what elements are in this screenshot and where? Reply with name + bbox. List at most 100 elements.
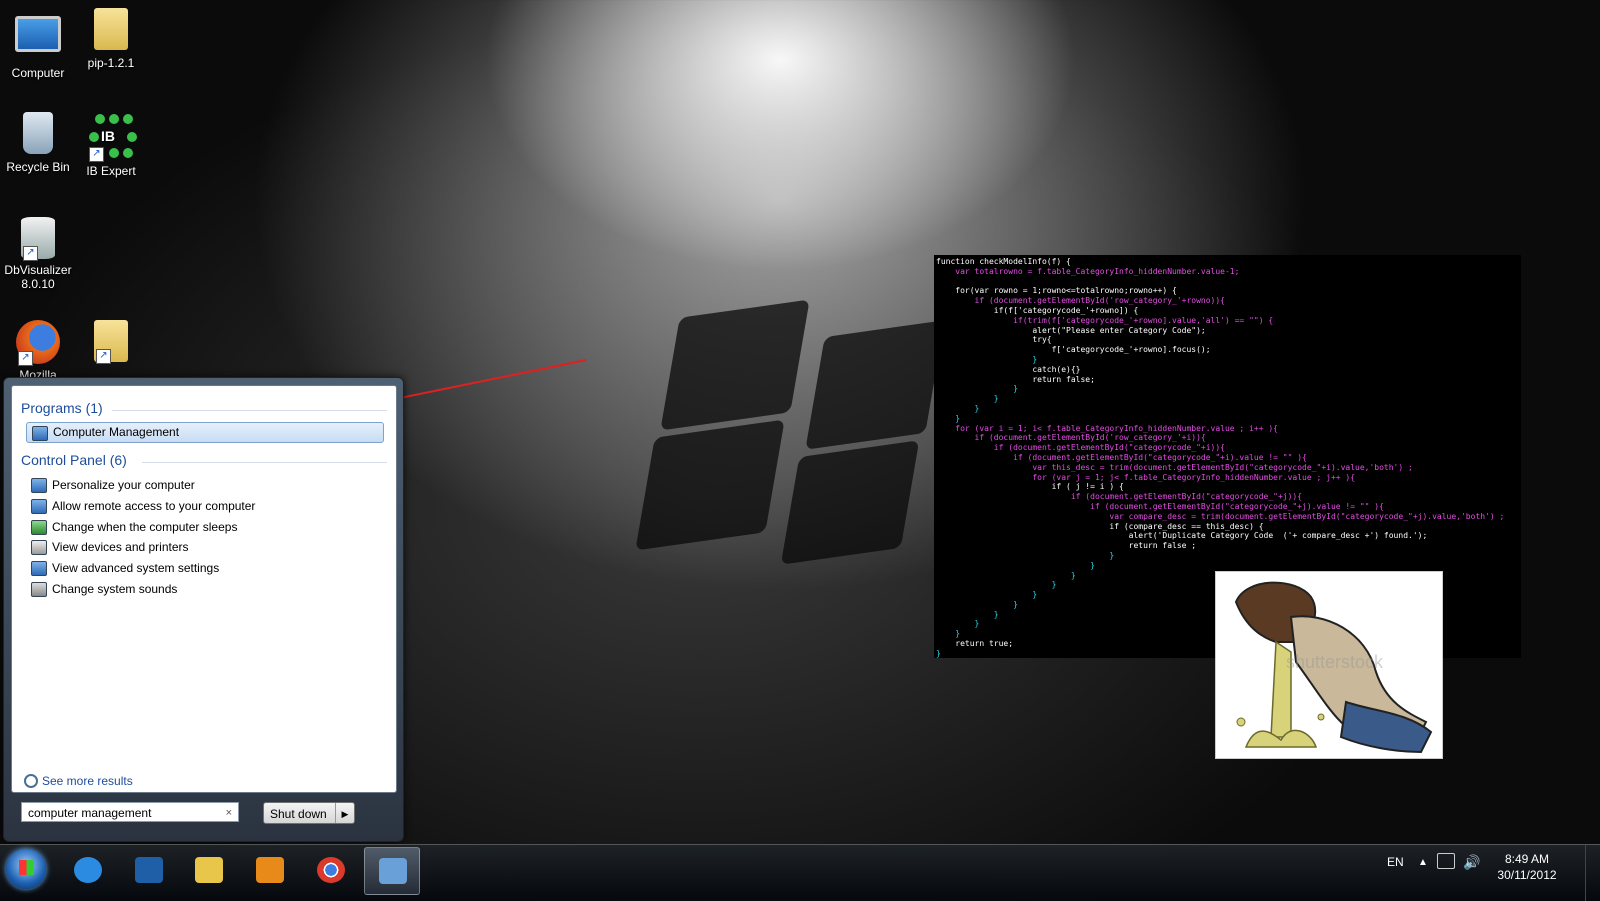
taskbar-computer-management[interactable] [364,847,420,895]
code-line: var compare_desc = trim(document.getElem… [936,511,1505,521]
code-line: if(trim(f['categorycode_'+rowno].value,'… [936,315,1274,325]
result-label: View advanced system settings [52,561,220,575]
personalize-icon [31,478,47,493]
shutdown-options-arrow-icon[interactable]: ▶ [335,803,354,823]
result-label: Allow remote access to your computer [52,499,256,513]
windows-flag-icon [19,860,34,875]
desktop-icon-recycle-bin[interactable]: Recycle Bin [1,112,75,174]
see-more-results-link[interactable]: See more results [24,774,133,788]
result-devices-printers[interactable]: View devices and printers [26,537,382,557]
programs-heading: Programs (1) [21,400,103,416]
code-line: var this_desc = trim(document.getElement… [936,462,1413,472]
internet-explorer-icon [74,857,102,883]
result-label: Personalize your computer [52,478,195,492]
code-line: if (compare_desc == this_desc) { [936,521,1264,531]
result-sleep-settings[interactable]: Change when the computer sleeps [26,517,382,537]
desktop-icon-ib-expert[interactable]: IB ↗ IB Expert [74,112,148,178]
code-line: return false ; [936,541,1197,551]
start-menu: Programs (1) Computer Management Control… [3,377,404,842]
desktop-icon-label: Recycle Bin [6,160,70,174]
desktop-icon-computer[interactable]: Computer [1,8,75,80]
computer-management-icon [32,426,48,441]
code-line: } [936,413,961,423]
result-personalize[interactable]: Personalize your computer [26,475,382,495]
shortcut-arrow-icon: ↗ [18,351,33,366]
system-settings-icon [31,561,47,576]
desktop-icon-label-line2: 8.0.10 [21,277,55,291]
power-options-icon [31,520,47,535]
desktop-icon-pip[interactable]: pip-1.2.1 [74,8,148,70]
cartoon-image: shutterstock [1215,571,1443,759]
clock-date: 30/11/2012 [1497,868,1557,882]
clock-time: 8:49 AM [1504,852,1550,866]
show-hidden-icons-arrow[interactable]: ▲ [1418,857,1428,868]
result-system-sounds[interactable]: Change system sounds [26,579,382,599]
code-line: if (document.getElementById("categorycod… [936,492,1303,502]
shortcut-arrow-icon: ↗ [96,349,111,364]
result-label: View devices and printers [52,540,189,554]
action-center-icon[interactable] [1437,853,1455,869]
dbvisualizer-icon: ↗ [21,217,55,261]
taskbar-windows-explorer[interactable] [181,847,235,893]
code-line: } [936,354,1038,364]
taskbar-chrome[interactable] [303,847,357,893]
control-panel-heading: Control Panel (6) [21,452,127,468]
code-line: catch(e){} [936,364,1081,374]
result-label: Computer Management [53,425,180,439]
taskbar-internet-explorer[interactable] [60,847,114,893]
code-line: if (document.getElementById("categorycod… [936,443,1225,453]
result-remote-access[interactable]: Allow remote access to your computer [26,496,382,516]
firefox-icon: ↗ [16,320,60,366]
code-line: function checkModelInfo(f) { [936,257,1071,266]
taskbar-powershell[interactable] [121,847,175,893]
computer-management-taskbar-icon [379,858,407,884]
windows-logo-wallpaper [630,299,945,565]
shortcut-arrow-icon: ↗ [23,246,38,261]
desktop-icon-folder-shortcut[interactable]: ↗ [74,320,148,366]
section-divider [112,410,387,411]
media-player-icon [256,857,284,883]
section-divider [142,462,387,463]
show-desktop-button[interactable] [1585,845,1600,901]
code-line: if ( j != i ) { [936,482,1124,492]
desktop-icon-label: Computer [11,66,65,80]
code-line: if (document.getElementById('row_categor… [936,296,1225,306]
desktop-icon-label: pip-1.2.1 [87,56,135,70]
clear-search-icon[interactable]: × [226,803,232,823]
code-line: try{ [936,335,1052,345]
code-line: alert("Please enter Category Code"); [936,325,1206,335]
powershell-icon [135,857,163,883]
shut-down-label: Shut down [270,807,327,821]
code-line: if (document.getElementById("categorycod… [936,501,1384,511]
result-advanced-system[interactable]: View advanced system settings [26,558,382,578]
volume-icon[interactable]: 🔊 [1463,854,1480,871]
recycle-bin-icon [23,112,53,154]
code-line: for (var j = 1; j< f.table_CategoryInfo_… [936,472,1356,482]
code-line: } [936,384,1018,394]
desktop-icon-firefox[interactable]: ↗ Mozilla [1,320,75,382]
code-line: } [936,550,1115,560]
code-line: } [936,560,1095,570]
start-search-input[interactable]: computer management × [21,802,239,822]
taskbar-media-player[interactable] [242,847,296,893]
desktop-icon-dbvisualizer[interactable]: ↗ DbVisualizer 8.0.10 [1,217,75,291]
ib-expert-icon: IB ↗ [87,112,137,162]
result-label: Change when the computer sleeps [52,520,238,534]
folder-shortcut-icon: ↗ [94,320,128,364]
result-computer-management[interactable]: Computer Management [26,422,384,443]
system-clock[interactable]: 8:49 AM 30/11/2012 [1490,851,1564,883]
shortcut-arrow-icon: ↗ [89,147,104,162]
desktop-icon-label: IB Expert [86,164,136,178]
language-indicator[interactable]: EN [1387,855,1404,869]
result-label: Change system sounds [52,582,178,596]
start-button[interactable] [6,849,46,889]
search-results-pane: Programs (1) Computer Management Control… [11,385,397,793]
remote-access-icon [31,499,47,514]
code-line: for(var rowno = 1;rowno<=totalrowno;rown… [936,286,1177,296]
desktop-icon-label: DbVisualizer [4,263,72,277]
shut-down-button[interactable]: Shut down ▶ [263,802,355,824]
code-line: for (var i = 1; i< f.table_CategoryInfo_… [936,423,1278,433]
sound-icon [31,582,47,597]
code-line: alert('Duplicate Category Code ('+ compa… [936,531,1428,541]
